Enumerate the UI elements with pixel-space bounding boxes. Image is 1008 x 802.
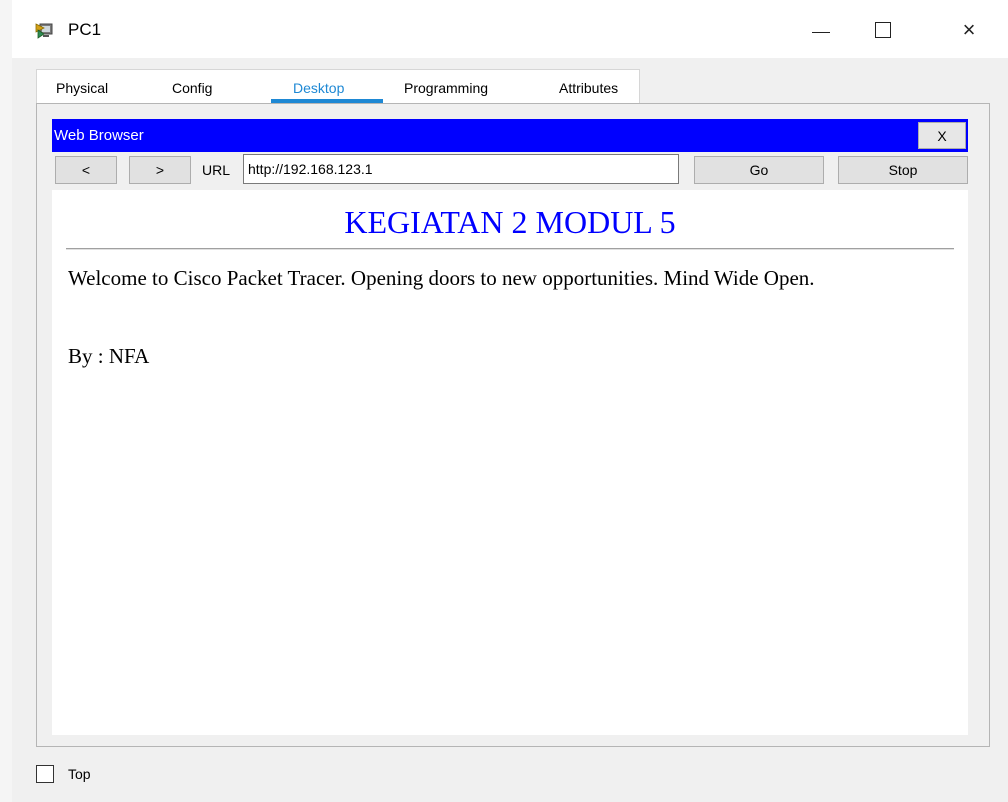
page-byline: By : NFA (68, 344, 150, 368)
title-bar: PC1 × (12, 0, 1008, 58)
tab-config[interactable]: Config (172, 80, 212, 96)
pc1-window: PC1 × Physical Config Desktop Programmin… (12, 0, 1008, 802)
forward-button[interactable]: > (129, 156, 191, 184)
page-paragraph: Welcome to Cisco Packet Tracer. Opening … (68, 266, 815, 290)
minimize-button[interactable] (798, 12, 844, 48)
pc-icon (35, 23, 53, 39)
window-title: PC1 (68, 20, 102, 39)
tab-bar: Physical Config Desktop Programming Attr… (36, 69, 640, 104)
top-checkbox-label: Top (68, 766, 91, 782)
tab-programming[interactable]: Programming (404, 80, 488, 96)
go-button[interactable]: Go (694, 156, 824, 184)
browser-title: Web Browser (54, 127, 144, 144)
stop-button[interactable]: Stop (838, 156, 968, 184)
maximize-button[interactable] (860, 12, 906, 48)
url-label: URL (202, 162, 231, 178)
browser-title-bar: Web Browser X (52, 119, 968, 152)
page-heading: KEGIATAN 2 MODUL 5 (344, 204, 676, 240)
close-icon: × (962, 17, 976, 42)
tab-desktop[interactable]: Desktop (293, 80, 344, 96)
browser-close-button[interactable]: X (918, 122, 966, 149)
browser-content: KEGIATAN 2 MODUL 5 Welcome to Cisco Pack… (52, 190, 968, 735)
url-input[interactable] (243, 154, 679, 184)
maximize-icon (875, 22, 891, 38)
close-button[interactable]: × (946, 12, 992, 48)
tab-attributes[interactable]: Attributes (559, 80, 618, 96)
browser-nav-bar: < > URL Go Stop (52, 152, 968, 188)
minimize-icon (812, 31, 830, 33)
top-checkbox[interactable] (36, 765, 54, 783)
page-divider (66, 248, 954, 250)
tab-physical[interactable]: Physical (56, 80, 108, 96)
back-button[interactable]: < (55, 156, 117, 184)
